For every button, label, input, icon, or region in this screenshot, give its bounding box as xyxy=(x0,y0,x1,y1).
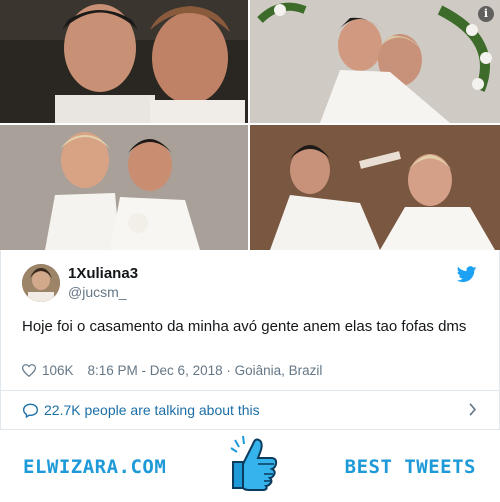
heart-icon[interactable] xyxy=(22,363,36,377)
thumbs-up-icon xyxy=(230,435,278,491)
tweet-timestamp[interactable]: 8:16 PM - Dec 6, 2018 · Goiânia, Brazil xyxy=(88,363,323,378)
brand-banner: ELWIZARA.COM BEST TWEETS xyxy=(0,430,500,502)
tweet-text: Hoje foi o casamento da minha avó gente … xyxy=(22,318,467,335)
photo-1[interactable] xyxy=(0,0,248,123)
photo-2[interactable]: i xyxy=(250,0,500,123)
author-handle[interactable]: @jucsm_ xyxy=(68,284,127,300)
tweet-card: 1Xuliana3 @jucsm_ Hoje foi o casamento d… xyxy=(0,250,500,430)
site-name[interactable]: ELWIZARA.COM xyxy=(23,456,166,478)
talking-about-link[interactable]: 22.7K people are talking about this xyxy=(1,391,499,429)
speech-bubble-icon xyxy=(22,403,39,418)
photo-3[interactable] xyxy=(0,125,248,250)
tweet-photo-grid: i xyxy=(0,0,500,250)
best-tweets-label: BEST TWEETS xyxy=(344,456,476,478)
avatar[interactable] xyxy=(22,264,60,302)
twitter-bird-icon[interactable] xyxy=(457,266,477,283)
chevron-right-icon[interactable] xyxy=(468,403,477,416)
author-name[interactable]: 1Xuliana3 xyxy=(68,265,138,282)
photo-4[interactable] xyxy=(250,125,500,250)
talking-about-text[interactable]: 22.7K people are talking about this xyxy=(44,402,260,418)
info-icon[interactable]: i xyxy=(478,6,494,22)
like-count[interactable]: 106K xyxy=(42,363,74,378)
tweet-meta: 106K 8:16 PM - Dec 6, 2018 · Goiânia, Br… xyxy=(22,362,322,378)
